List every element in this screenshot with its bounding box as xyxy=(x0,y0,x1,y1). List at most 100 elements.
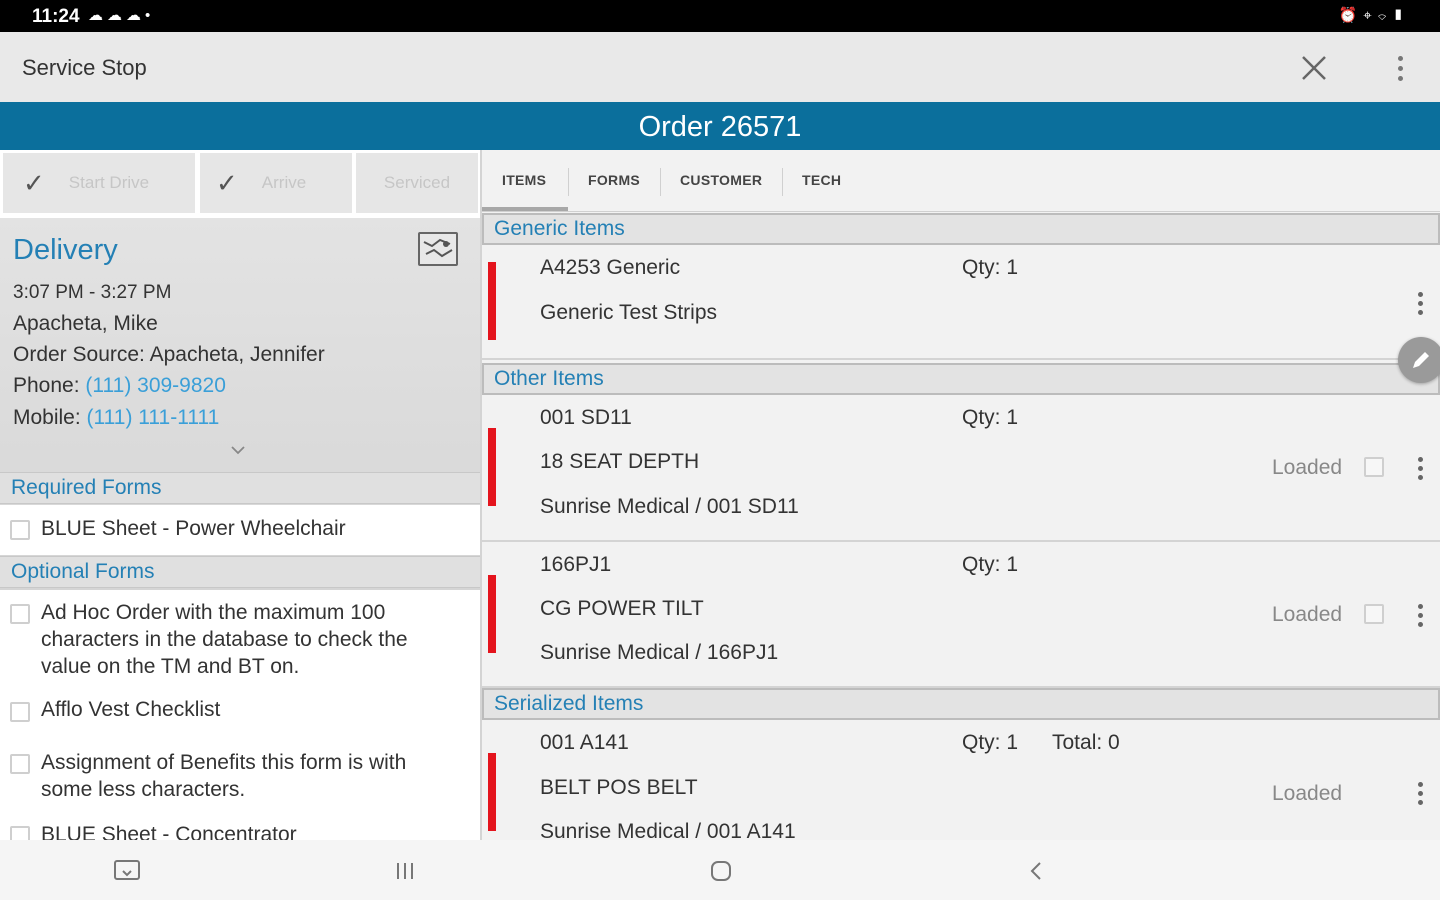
item-code: A4253 Generic xyxy=(540,256,681,279)
more-vert-icon xyxy=(1417,456,1423,462)
wifi-icon: ⌔ xyxy=(1377,7,1393,24)
form-checkbox[interactable] xyxy=(10,702,30,722)
required-forms-header: Required Forms xyxy=(0,472,480,504)
system-nav-bar xyxy=(0,840,1440,900)
app-title: Service Stop xyxy=(22,55,147,80)
order-source-label: Order Source: xyxy=(13,343,145,366)
stop-details-panel: ✓ Start Drive ✓ Arrive Serviced Delivery… xyxy=(0,150,480,840)
overflow-menu-button[interactable] xyxy=(1386,50,1414,86)
item-code: 166PJ1 xyxy=(540,553,612,576)
form-checkbox[interactable] xyxy=(10,826,30,840)
item-total: Total: 0 xyxy=(1052,731,1120,754)
app-bar: Service Stop xyxy=(0,32,1440,102)
form-item[interactable]: BLUE Sheet - Power Wheelchair xyxy=(0,505,480,555)
edit-fab-button[interactable] xyxy=(1398,337,1440,383)
cloud-icon: ☁ xyxy=(88,7,107,24)
arrive-button[interactable]: ✓ Arrive xyxy=(200,153,352,213)
item-vendor: Sunrise Medical / 001 SD11 xyxy=(540,495,799,518)
item-code: 001 SD11 xyxy=(540,406,632,429)
status-bar: 11:24 ☁☁☁• ⏰⌖⌔▮ xyxy=(0,0,1440,32)
more-vert-icon xyxy=(1397,55,1403,61)
item-menu-button[interactable] xyxy=(1412,600,1428,630)
form-item[interactable]: Ad Hoc Order with the maximum 100 charac… xyxy=(0,590,480,682)
order-source-value: Apacheta, Jennifer xyxy=(149,343,325,366)
mobile: Mobile: (111) 111-1111 xyxy=(13,406,219,430)
loaded-checkbox[interactable] xyxy=(1364,604,1384,624)
phone: Phone: (111) 309-9820 xyxy=(13,374,226,398)
more-vert-icon xyxy=(1417,291,1423,297)
start-drive-button[interactable]: ✓ Start Drive xyxy=(3,153,195,213)
tab-bar: ITEMS FORMS CUSTOMER TECH xyxy=(482,150,1440,212)
form-checkbox[interactable] xyxy=(10,520,30,540)
form-label: BLUE Sheet - Concentrator xyxy=(41,823,297,840)
close-button[interactable] xyxy=(1296,50,1332,86)
map-icon xyxy=(423,238,453,258)
loaded-label: Loaded xyxy=(1272,456,1343,479)
generic-items-header: Generic Items xyxy=(482,213,1440,245)
item-menu-button[interactable] xyxy=(1412,453,1428,483)
order-source: Order Source: Apacheta, Jennifer xyxy=(13,343,325,367)
form-label: Afflo Vest Checklist xyxy=(41,698,221,721)
chevron-down-icon[interactable] xyxy=(230,442,246,458)
start-drive-label: Start Drive xyxy=(68,173,150,192)
item-code: 001 A141 xyxy=(540,731,629,754)
check-icon: ✓ xyxy=(216,167,238,198)
tab-forms[interactable]: FORMS xyxy=(588,172,640,188)
form-item[interactable]: Assignment of Benefits this form is with… xyxy=(0,744,480,812)
recents-button[interactable] xyxy=(390,856,420,886)
item-description: BELT POS BELT xyxy=(540,776,698,799)
back-button[interactable] xyxy=(1022,856,1052,886)
other-items-header: Other Items xyxy=(482,363,1440,395)
form-label: Assignment of Benefits this form is with… xyxy=(41,751,407,801)
optional-forms-header: Optional Forms xyxy=(0,556,480,588)
customer-name: Apacheta, Mike xyxy=(13,312,158,335)
list-item[interactable]: 001 SD11 Qty: 1 18 SEAT DEPTH Sunrise Me… xyxy=(482,396,1440,542)
item-qty: Qty: 1 xyxy=(962,256,1019,279)
back-icon xyxy=(1030,862,1041,880)
item-vendor: Sunrise Medical / 166PJ1 xyxy=(540,641,779,664)
tab-customer[interactable]: CUSTOMER xyxy=(680,172,762,188)
screenshot-button[interactable] xyxy=(112,856,142,886)
status-time: 11:24 xyxy=(32,6,80,27)
mobile-label: Mobile: xyxy=(13,406,81,429)
item-qty: Qty: 1 xyxy=(962,553,1019,576)
check-icon: ✓ xyxy=(23,167,45,198)
loaded-label: Loaded xyxy=(1272,782,1343,805)
list-item[interactable]: 001 A141 Qty: 1 Total: 0 BELT POS BELT S… xyxy=(482,721,1440,840)
edit-icon xyxy=(1413,352,1429,368)
close-icon xyxy=(1302,56,1326,80)
mobile-link[interactable]: (111) 111-1111 xyxy=(87,406,220,429)
list-item[interactable]: A4253 Generic Qty: 1 Generic Test Strips xyxy=(482,246,1440,360)
serviced-button[interactable]: Serviced xyxy=(356,153,478,213)
form-item[interactable]: BLUE Sheet - Concentrator xyxy=(0,818,480,840)
map-button[interactable] xyxy=(418,232,458,266)
form-checkbox[interactable] xyxy=(10,754,30,774)
action-bar: ✓ Start Drive ✓ Arrive Serviced xyxy=(0,150,480,216)
form-checkbox[interactable] xyxy=(10,604,30,624)
home-button[interactable] xyxy=(706,856,736,886)
loaded-checkbox[interactable] xyxy=(1364,457,1384,477)
order-title: Order 26571 xyxy=(0,102,1440,150)
system-icons: ⏰⌖⌔▮ xyxy=(1339,6,1410,24)
list-item[interactable]: 166PJ1 Qty: 1 CG POWER TILT Sunrise Medi… xyxy=(482,543,1440,688)
form-item[interactable]: Afflo Vest Checklist xyxy=(0,690,480,736)
arrive-label: Arrive xyxy=(261,173,307,192)
serviced-label: Serviced xyxy=(383,173,451,192)
home-icon xyxy=(711,861,731,881)
delivery-heading: Delivery xyxy=(13,234,118,266)
phone-label: Phone: xyxy=(13,374,80,397)
alarm-icon: ⏰ xyxy=(1338,7,1364,24)
dot-icon: • xyxy=(145,7,155,24)
active-tab-indicator xyxy=(482,207,568,211)
battery-icon: ▮ xyxy=(1392,7,1410,24)
item-menu-button[interactable] xyxy=(1412,288,1428,318)
item-vendor: Sunrise Medical / 001 A141 xyxy=(540,820,796,840)
serialized-items-header: Serialized Items xyxy=(482,688,1440,720)
tab-tech[interactable]: TECH xyxy=(802,172,841,188)
item-description: Generic Test Strips xyxy=(540,301,718,324)
status-bar-indicator xyxy=(488,575,496,653)
item-menu-button[interactable] xyxy=(1412,778,1428,808)
tab-items[interactable]: ITEMS xyxy=(502,172,546,188)
phone-link[interactable]: (111) 309-9820 xyxy=(85,374,226,397)
loaded-label: Loaded xyxy=(1272,603,1343,626)
